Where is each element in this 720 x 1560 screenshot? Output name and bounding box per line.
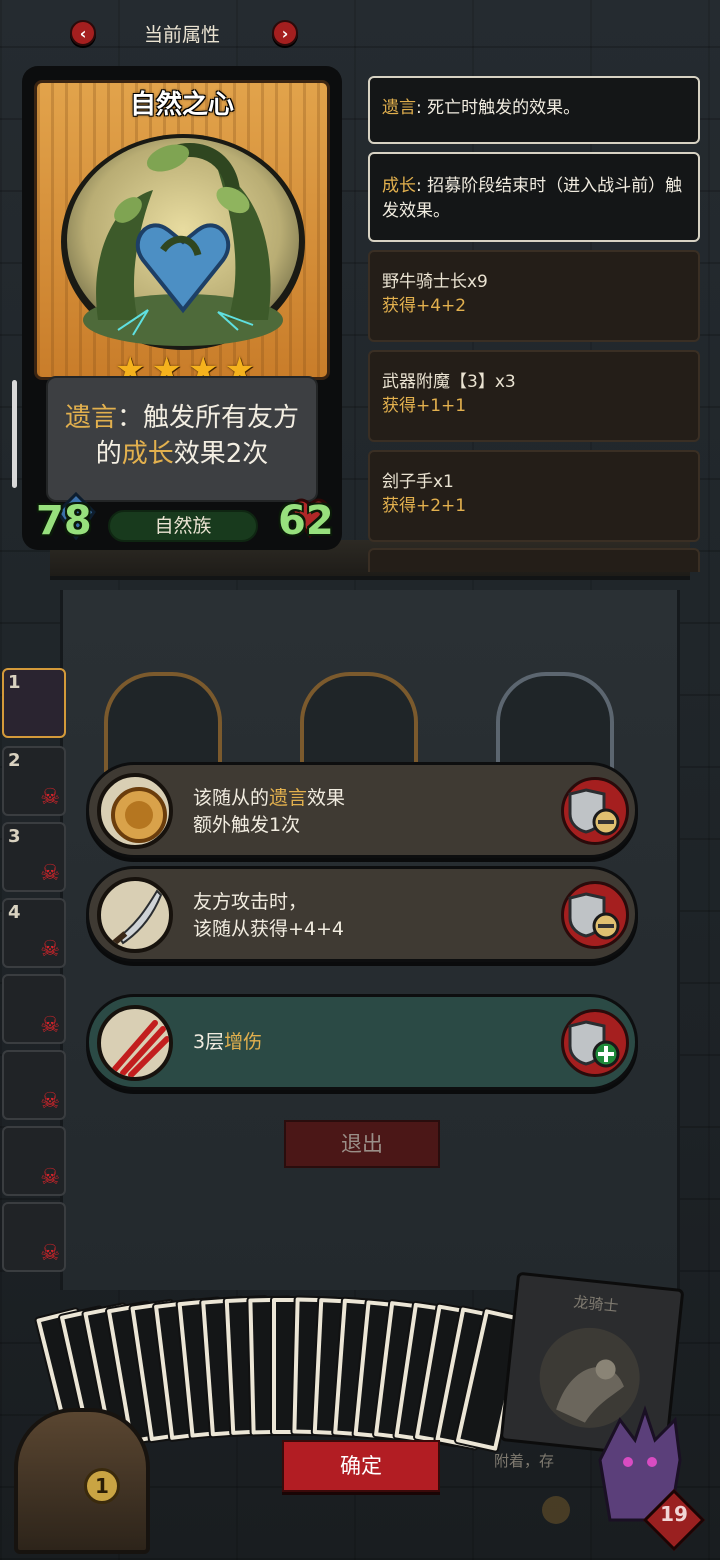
buff-text: 效果 [307, 787, 346, 809]
attack-value: 78 [36, 498, 92, 544]
buff-text: 该随从的 [193, 787, 270, 809]
health-value: 62 [278, 498, 334, 544]
buff-source-name: 武器附魔【3】x3 [382, 372, 516, 392]
buff-source-name: 刽子手x1 [382, 472, 454, 492]
buff-source-gain: 获得+2+1 [382, 496, 467, 516]
hero-health: 19 [660, 1502, 688, 1526]
opponent-slot[interactable]: ☠ [2, 974, 66, 1044]
ability-keyword-deathrattle: 遗言 [64, 403, 117, 433]
buff-row: 该随从的遗言效果 额外触发1次 [86, 762, 638, 858]
page-title: 当前属性 [143, 24, 220, 46]
buff-source-name: 野牛骑士长x9 [382, 272, 488, 292]
ability-keyword-growth: 成长 [121, 439, 174, 469]
buff-row: 3层增伤 [86, 994, 638, 1090]
buff-keyword: 增伤 [224, 1031, 263, 1053]
buff-source-gain: 获得+1+1 [382, 396, 467, 416]
buff-row: 友方攻击时， 该随从获得+4+4 [86, 866, 638, 962]
hand-card-name: 龙骑士 [572, 1292, 620, 1316]
opponent-rank: 1 [8, 672, 21, 693]
skull-icon: ☠ [40, 937, 60, 962]
opponent-slot[interactable]: ☠ [2, 1126, 66, 1196]
buff-description: 友方攻击时， 该随从获得+4+4 [193, 889, 344, 943]
opponent-rank: 4 [8, 902, 21, 923]
glossary-keyword: 成长 [382, 176, 416, 196]
prev-attribute-button[interactable]: ‹ [70, 20, 96, 46]
buff-source-gain: 获得+4+2 [382, 296, 467, 316]
scimitar-icon [97, 877, 173, 953]
skull-icon: ☠ [40, 861, 60, 886]
chevron-left-icon: ‹ [79, 23, 87, 43]
board-minion-slot[interactable] [300, 672, 418, 772]
buff-description: 3层增伤 [193, 1029, 262, 1056]
tribe-label: 自然族 [108, 510, 258, 542]
claw-slash-icon [97, 1005, 173, 1081]
opponent-slot[interactable]: 1 [2, 668, 66, 738]
opponent-slot[interactable]: 2 ☠ [2, 746, 66, 816]
glossary-deathrattle: 遗言: 死亡时触发的效果。 [368, 76, 700, 144]
glossary-text: : 死亡时触发的效果。 [416, 98, 581, 118]
shield-minus-icon [568, 892, 620, 940]
tavern-door[interactable] [14, 1408, 150, 1554]
bell-icon [542, 1496, 570, 1524]
ability-text-end: 效果2次 [173, 439, 269, 469]
buff-line: 额外触发1次 [193, 814, 301, 836]
opponent-rank: 2 [8, 750, 21, 771]
skull-icon: ☠ [40, 1089, 60, 1114]
buff-keyword: 遗言 [269, 787, 308, 809]
nature-heart-portrait [61, 134, 305, 350]
buff-description: 该随从的遗言效果 额外触发1次 [193, 785, 345, 839]
list-item[interactable]: 野牛骑士长x9 获得+4+2 [368, 250, 700, 342]
next-attribute-button[interactable]: › [272, 20, 298, 46]
buff-line: 友方攻击时， [193, 889, 344, 916]
hand-card-desc: 附着，存 [494, 1452, 555, 1470]
add-buff-button[interactable] [561, 1009, 629, 1077]
buff-line: 3层增伤 [193, 1029, 262, 1056]
chevron-right-icon: › [281, 23, 289, 43]
scrollbar[interactable] [12, 380, 17, 488]
buff-text: 友方攻击时， [193, 891, 308, 913]
glossary-keyword: 遗言 [382, 98, 416, 118]
board-minion-slot[interactable] [104, 672, 222, 772]
opponent-rank: 3 [8, 826, 21, 847]
card-name: 自然之心 [129, 90, 234, 120]
gold-counter: 1 [84, 1468, 120, 1504]
skull-icon: ☠ [40, 1013, 60, 1038]
card-ability-text: 遗言：触发所有友方的成长效果2次 [52, 400, 312, 472]
shield-minus-icon [568, 788, 620, 836]
remove-buff-button[interactable] [561, 881, 629, 949]
opponent-slot[interactable]: 3 ☠ [2, 822, 66, 892]
list-item[interactable]: 武器附魔【3】x3 获得+1+1 [368, 350, 700, 442]
confirm-button[interactable]: 确定 [282, 1440, 440, 1492]
opponent-slot[interactable]: ☠ [2, 1202, 66, 1272]
buff-line: 该随从获得+4+4 [193, 918, 345, 940]
opponent-slot[interactable]: 4 ☠ [2, 898, 66, 968]
coin-medallion-icon [97, 773, 173, 849]
shield-plus-icon [568, 1020, 620, 1068]
opponent-slot[interactable]: ☠ [2, 1050, 66, 1120]
remove-buff-button[interactable] [561, 777, 629, 845]
skull-icon: ☠ [40, 1165, 60, 1190]
list-item-partial [368, 548, 700, 572]
skull-icon: ☠ [40, 785, 60, 810]
list-item[interactable]: 刽子手x1 获得+2+1 [368, 450, 700, 542]
buff-line: 该随从的遗言效果 [193, 785, 345, 812]
skull-icon: ☠ [40, 1241, 60, 1266]
glossary-text: : 招募阶段结束时（进入战斗前）触发效果。 [382, 176, 683, 221]
board-minion-slot[interactable] [496, 672, 614, 772]
glossary-growth: 成长: 招募阶段结束时（进入战斗前）触发效果。 [368, 152, 700, 242]
buff-text: 3层 [193, 1031, 225, 1053]
exit-button[interactable]: 退出 [284, 1120, 440, 1168]
